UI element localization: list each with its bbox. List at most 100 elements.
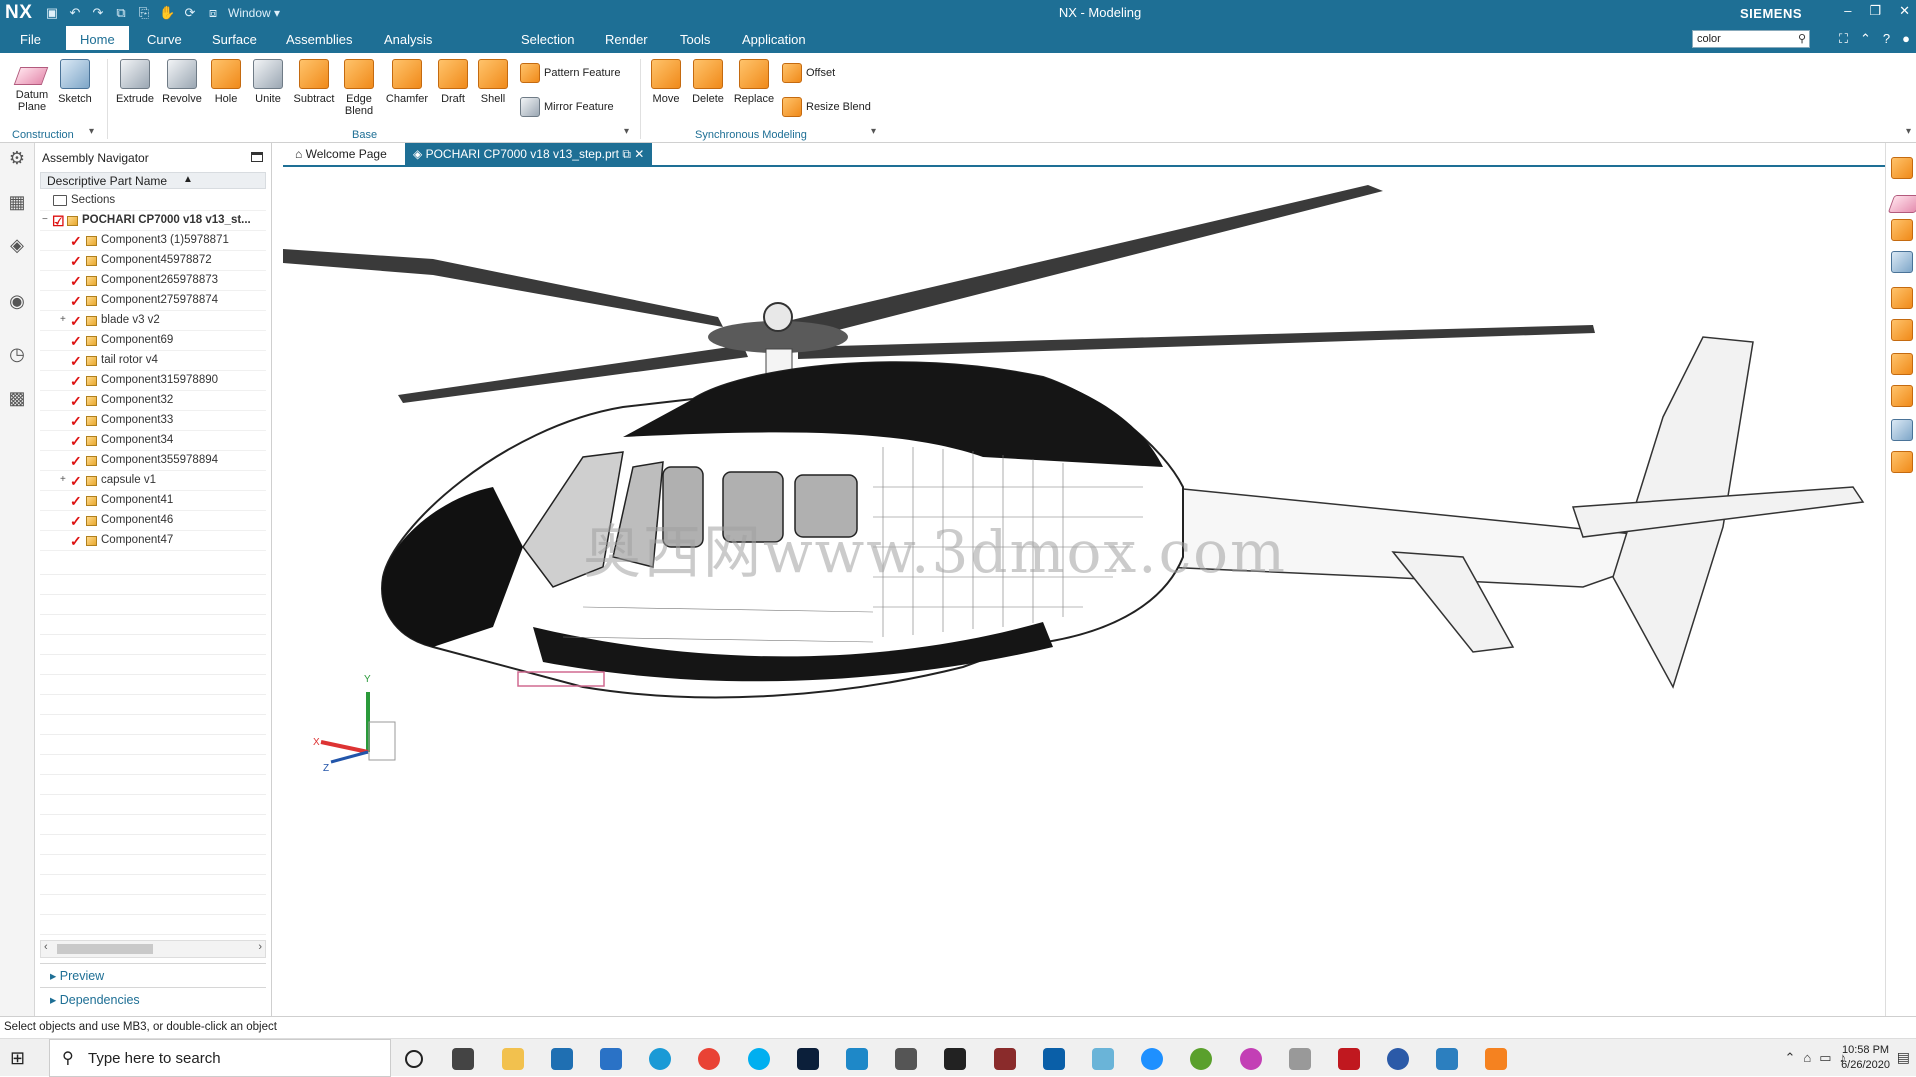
hole-button[interactable]: Hole: [210, 59, 242, 105]
security-icon[interactable]: [944, 1048, 966, 1070]
save-icon[interactable]: ▣: [44, 5, 60, 21]
collapse-ribbon-icon[interactable]: ⌃: [1860, 31, 1871, 47]
synchronous-group-more-icon[interactable]: ▾: [871, 126, 876, 137]
revolve-button[interactable]: Revolve: [161, 59, 203, 105]
sketch-button[interactable]: Sketch: [57, 59, 93, 105]
mirror-feature-button[interactable]: Mirror Feature: [520, 97, 614, 117]
base-group-more-icon[interactable]: ▾: [624, 126, 629, 137]
close-button[interactable]: ✕: [1899, 3, 1910, 19]
ribbon-options-icon[interactable]: ▾: [1906, 126, 1911, 137]
skype-icon[interactable]: [748, 1048, 770, 1070]
extrude-button[interactable]: Extrude: [115, 59, 155, 105]
close-tab-icon[interactable]: ✕: [634, 147, 644, 161]
tree-row-component[interactable]: ✓ Component46: [40, 511, 266, 531]
check-icon[interactable]: ✓: [70, 373, 82, 390]
solid-icon[interactable]: [1891, 353, 1913, 375]
app-icon[interactable]: [1387, 1048, 1409, 1070]
settings-icon[interactable]: [895, 1048, 917, 1070]
tree-row-component[interactable]: ✓ Component265978873: [40, 271, 266, 291]
tab-welcome-page[interactable]: ⌂ Welcome Page: [287, 143, 395, 165]
task-view-icon[interactable]: [452, 1048, 474, 1070]
datum-plane-icon[interactable]: [1887, 195, 1916, 213]
file-explorer-icon[interactable]: [502, 1048, 524, 1070]
move-component-icon[interactable]: [1891, 451, 1913, 473]
app-icon[interactable]: [1092, 1048, 1114, 1070]
app-icon[interactable]: [1141, 1048, 1163, 1070]
resize-blend-button[interactable]: Resize Blend: [782, 97, 871, 117]
check-icon[interactable]: ✓: [70, 253, 82, 270]
scroll-left-icon[interactable]: ‹: [44, 941, 48, 953]
repeat-command-icon[interactable]: ⟳: [182, 5, 198, 21]
component-icon[interactable]: [1891, 219, 1913, 241]
shell-button[interactable]: Shell: [477, 59, 509, 105]
visibility-checkbox[interactable]: ☑: [52, 213, 65, 230]
check-icon[interactable]: ✓: [70, 393, 82, 410]
collapse-icon[interactable]: −: [42, 214, 48, 225]
undock-icon[interactable]: ⧉: [622, 147, 631, 161]
network-icon[interactable]: ⌂: [1803, 1050, 1811, 1066]
paste-icon[interactable]: ⎘: [136, 5, 152, 21]
menu-render[interactable]: Render: [605, 32, 648, 47]
check-icon[interactable]: ✓: [70, 433, 82, 450]
maximize-panel-icon[interactable]: [251, 152, 263, 162]
show-hide-icon[interactable]: [1891, 319, 1913, 341]
view-triad[interactable]: Y X Z: [313, 674, 396, 774]
tree-row-component[interactable]: ✓ Component315978890: [40, 371, 266, 391]
preview-section[interactable]: ▸ Preview: [40, 963, 266, 985]
windows-start-icon[interactable]: ⊞: [10, 1048, 25, 1069]
menu-application[interactable]: Application: [742, 32, 806, 47]
part-navigator-icon[interactable]: ◈: [6, 234, 28, 256]
move-button[interactable]: Move: [649, 59, 683, 105]
help-icon[interactable]: ?: [1883, 31, 1890, 47]
menu-curve[interactable]: Curve: [147, 32, 182, 47]
winrar-icon[interactable]: [994, 1048, 1016, 1070]
edge-blend-button[interactable]: Edge Blend: [342, 59, 376, 117]
datum-plane-button[interactable]: Datum Plane: [12, 59, 50, 113]
color-icon[interactable]: [1891, 385, 1913, 407]
horizontal-scrollbar[interactable]: ‹ ›: [40, 940, 266, 958]
delete-button[interactable]: Delete: [689, 59, 727, 105]
check-icon[interactable]: ✓: [70, 413, 82, 430]
taskbar-search-input[interactable]: ⚲ Type here to search: [49, 1039, 391, 1077]
menu-file[interactable]: File: [20, 32, 41, 47]
tree-row-component[interactable]: ✓ Component32: [40, 391, 266, 411]
assembly-navigator-icon[interactable]: ▦: [6, 191, 28, 213]
reuse-library-icon[interactable]: ▩: [6, 387, 28, 409]
tree-row-component[interactable]: ✓ Component34: [40, 431, 266, 451]
copy-icon[interactable]: ⧉: [113, 5, 129, 21]
photoshop-icon[interactable]: [797, 1048, 819, 1070]
draft-button[interactable]: Draft: [437, 59, 469, 105]
tree-row-component[interactable]: ✓ Component33: [40, 411, 266, 431]
chrome-icon[interactable]: [698, 1048, 720, 1070]
app-icon[interactable]: [1043, 1048, 1065, 1070]
touch-mode-icon[interactable]: ✋: [159, 5, 175, 21]
notification-icon[interactable]: ▤: [1897, 1049, 1910, 1066]
tree-row-component[interactable]: + ✓ blade v3 v2: [40, 311, 266, 331]
scroll-thumb[interactable]: [57, 944, 153, 954]
store-icon[interactable]: [551, 1048, 573, 1070]
dependencies-section[interactable]: ▸ Dependencies: [40, 987, 266, 1009]
utorrent-icon[interactable]: [1190, 1048, 1212, 1070]
assembly-cube-icon[interactable]: [1891, 157, 1913, 179]
web-browser-icon[interactable]: ◉: [6, 290, 28, 312]
check-icon[interactable]: ✓: [70, 513, 82, 530]
app-icon[interactable]: [1436, 1048, 1458, 1070]
app-icon[interactable]: [1289, 1048, 1311, 1070]
menu-assemblies[interactable]: Assemblies: [286, 32, 352, 47]
expand-icon[interactable]: +: [60, 474, 66, 485]
check-icon[interactable]: ✓: [70, 233, 82, 250]
minimize-button[interactable]: –: [1844, 3, 1851, 19]
app-icon[interactable]: [1240, 1048, 1262, 1070]
tab-active-part[interactable]: ◈ POCHARI CP7000 v18 v13_step.prt ⧉ ✕: [405, 143, 653, 165]
menu-tools[interactable]: Tools: [680, 32, 710, 47]
check-icon[interactable]: ✓: [70, 533, 82, 550]
window-menu[interactable]: Window ▾: [228, 6, 280, 20]
tree-row-component[interactable]: ✓ Component3 (1)5978871: [40, 231, 266, 251]
tree-row-sections[interactable]: Sections: [40, 191, 266, 211]
column-header-descriptive-part-name[interactable]: Descriptive Part Name ▲: [40, 172, 266, 189]
check-icon[interactable]: ✓: [70, 273, 82, 290]
undo-icon[interactable]: ↶: [67, 5, 83, 21]
shaded-view-icon[interactable]: [1891, 251, 1913, 273]
redo-icon[interactable]: ↷: [90, 5, 106, 21]
search-icon[interactable]: ⚲: [1798, 32, 1806, 45]
